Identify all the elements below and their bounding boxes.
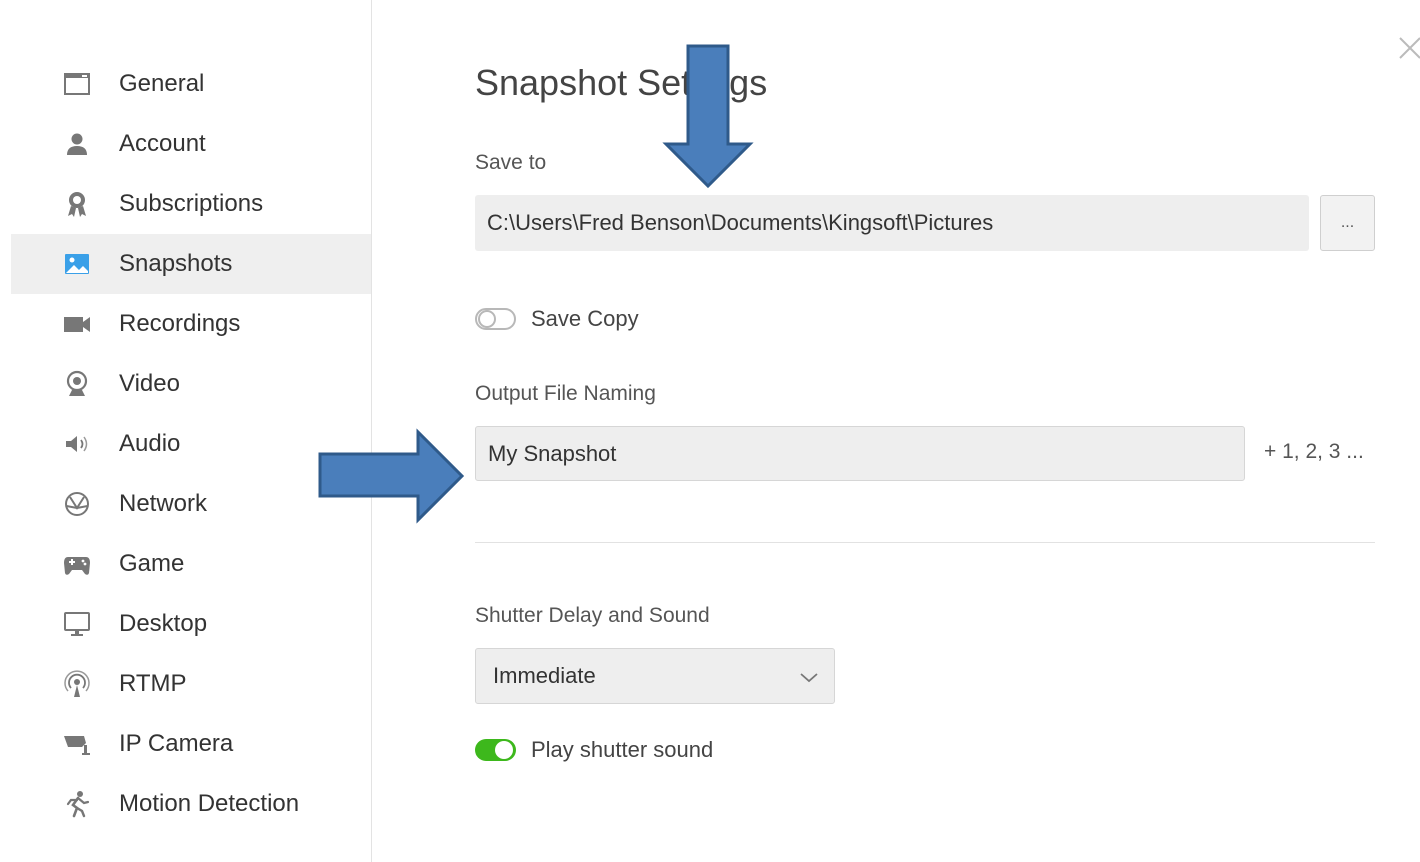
monitor-icon: [61, 608, 93, 640]
down-arrow-annotation: [662, 44, 754, 189]
sidebar-item-snapshots[interactable]: Snapshots: [11, 234, 371, 294]
naming-suffix: + 1, 2, 3 ...: [1264, 440, 1364, 463]
play-shutter-sound-toggle[interactable]: [475, 739, 516, 761]
shutter-delay-select[interactable]: Immediate: [475, 648, 835, 704]
save-path-field[interactable]: C:\Users\Fred Benson\Documents\Kingsoft\…: [475, 195, 1309, 251]
network-icon: [61, 488, 93, 520]
sidebar-item-video[interactable]: Video: [11, 354, 371, 414]
sidebar-item-label: Subscriptions: [119, 190, 264, 217]
right-arrow-annotation: [318, 428, 465, 524]
close-button[interactable]: [1396, 34, 1420, 62]
sidebar-item-label: Audio: [119, 430, 181, 457]
sidebar-item-label: Snapshots: [119, 250, 233, 277]
sidebar-item-rtmp[interactable]: RTMP: [11, 654, 371, 714]
award-icon: [61, 188, 93, 220]
sidebar-item-label: Desktop: [119, 610, 208, 637]
video-camera-icon: [61, 308, 93, 340]
save-copy-label: Save Copy: [531, 306, 639, 331]
play-shutter-sound-label: Play shutter sound: [531, 737, 714, 762]
browse-button[interactable]: ...: [1320, 195, 1375, 251]
sidebar-item-label: Game: [119, 550, 185, 577]
running-man-icon: [61, 788, 93, 820]
toggle-knob: [478, 310, 496, 328]
toggle-knob: [495, 741, 513, 759]
speaker-icon: [61, 428, 93, 460]
snapshot-settings-panel: Snapshot Settings Save to C:\Users\Fred …: [475, 0, 1375, 862]
sidebar-item-subscriptions[interactable]: Subscriptions: [11, 174, 371, 234]
gamepad-icon: [61, 548, 93, 580]
sidebar-item-label: Account: [119, 130, 206, 157]
sidebar-item-label: General: [119, 70, 205, 97]
sidebar-item-label: RTMP: [119, 670, 187, 697]
save-copy-toggle-row[interactable]: Save Copy: [475, 306, 639, 332]
section-divider: [475, 542, 1375, 543]
sidebar-item-label: Network: [119, 490, 208, 517]
sidebar-item-label: Video: [119, 370, 180, 397]
sidebar-item-label: Motion Detection: [119, 790, 300, 817]
sidebar-item-motion-detection[interactable]: Motion Detection: [11, 774, 371, 834]
sidebar-item-account[interactable]: Account: [11, 114, 371, 174]
shutter-delay-selected: Immediate: [493, 663, 596, 688]
shutter-delay-label: Shutter Delay and Sound: [475, 604, 710, 627]
broadcast-icon: [61, 668, 93, 700]
sidebar-item-desktop[interactable]: Desktop: [11, 594, 371, 654]
chevron-down-icon: [800, 673, 818, 683]
sidebar-item-label: Recordings: [119, 310, 241, 337]
user-icon: [61, 128, 93, 160]
output-naming-input[interactable]: My Snapshot: [475, 426, 1245, 481]
webcam-icon: [61, 368, 93, 400]
save-copy-toggle[interactable]: [475, 308, 516, 330]
close-icon: [1399, 37, 1420, 59]
sidebar-item-ip-camera[interactable]: IP Camera: [11, 714, 371, 774]
sidebar-item-recordings[interactable]: Recordings: [11, 294, 371, 354]
save-to-label: Save to: [475, 151, 547, 174]
settings-window: General Account Subscriptions Snapshots: [0, 0, 1420, 862]
play-shutter-sound-toggle-row[interactable]: Play shutter sound: [475, 737, 713, 763]
window-icon: [61, 68, 93, 100]
sidebar-item-label: IP Camera: [119, 730, 234, 757]
image-icon: [61, 248, 93, 280]
output-naming-label: Output File Naming: [475, 382, 656, 405]
sidebar-item-general[interactable]: General: [11, 54, 371, 114]
sidebar-item-game[interactable]: Game: [11, 534, 371, 594]
security-camera-icon: [61, 728, 93, 760]
